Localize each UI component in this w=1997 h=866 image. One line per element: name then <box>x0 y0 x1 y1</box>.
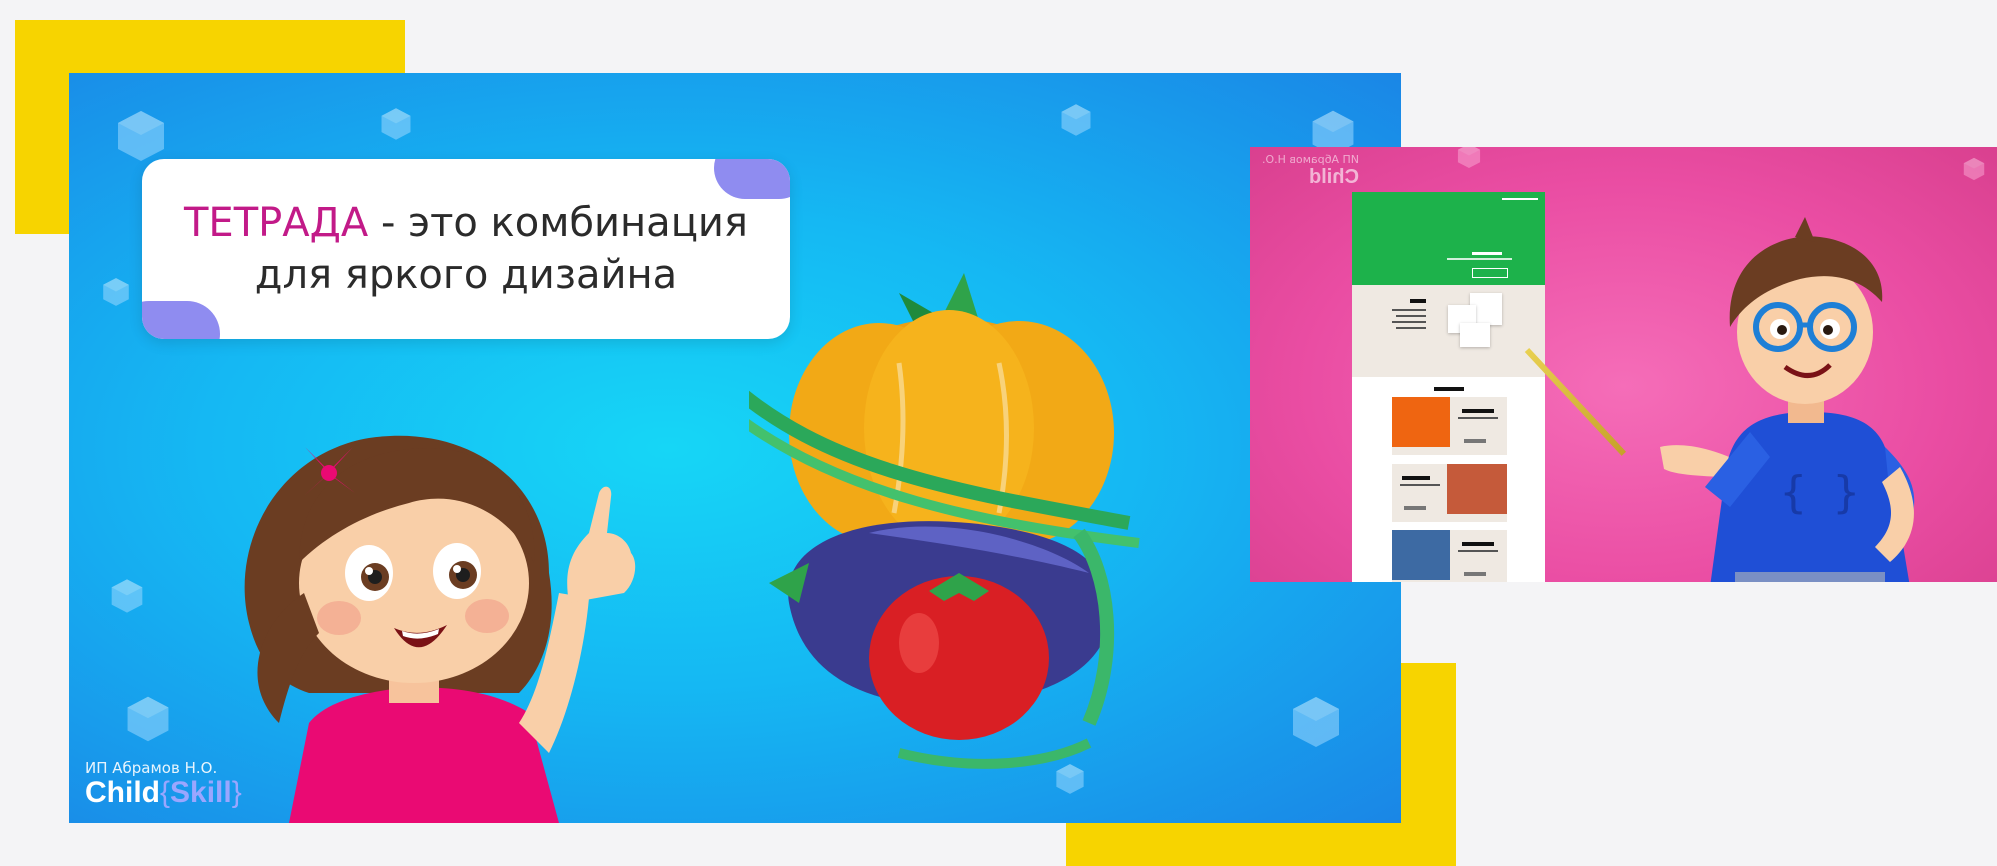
cube-icon <box>127 696 169 742</box>
title-line-2: для яркого дизайна <box>254 252 678 298</box>
brand-name: Child{Skill} <box>85 776 242 809</box>
site-about-section <box>1352 285 1545 377</box>
cube-icon <box>381 108 411 140</box>
brand-name: Child <box>1308 166 1359 188</box>
video-slide-website[interactable]: ИП Абрамов Н.О. Child {} <box>1250 147 1997 582</box>
brand-logo: ИП Абрамов Н.О. Child{Skill} <box>85 759 242 809</box>
site-card-swatch <box>1392 530 1450 580</box>
site-card-swatch <box>1447 464 1507 514</box>
cube-icon <box>103 278 129 306</box>
site-hero <box>1352 192 1545 285</box>
cube-icon <box>1963 157 1985 181</box>
website-mockup <box>1352 192 1545 582</box>
slide-title: ТЕТРАДА - это комбинация для яркого диза… <box>142 197 790 301</box>
site-card <box>1392 464 1507 522</box>
title-accent-word: ТЕТРАДА <box>184 200 369 246</box>
brand-subtitle: ИП Абрамов Н.О. <box>1262 153 1359 166</box>
boy-character-illustration: { } <box>1660 217 1915 582</box>
cube-icon <box>1061 104 1091 136</box>
svg-text:{ }: { } <box>1780 467 1859 518</box>
title-card: ТЕТРАДА - это комбинация для яркого диза… <box>142 159 790 339</box>
site-card <box>1392 530 1507 582</box>
cube-icon <box>118 111 164 161</box>
girl-character-illustration <box>244 435 636 823</box>
title-rest: - это комбинация <box>368 200 748 246</box>
site-card-swatch <box>1392 397 1450 447</box>
site-card <box>1392 397 1507 455</box>
cube-icon <box>111 579 143 613</box>
cube-icon <box>1457 147 1481 169</box>
brand-subtitle: ИП Абрамов Н.О. <box>85 759 218 777</box>
video-slide-tetrad[interactable]: ТЕТРАДА - это комбинация для яркого диза… <box>69 73 1401 823</box>
brand-logo-mirrored: ИП Абрамов Н.О. Child <box>1262 153 1359 188</box>
